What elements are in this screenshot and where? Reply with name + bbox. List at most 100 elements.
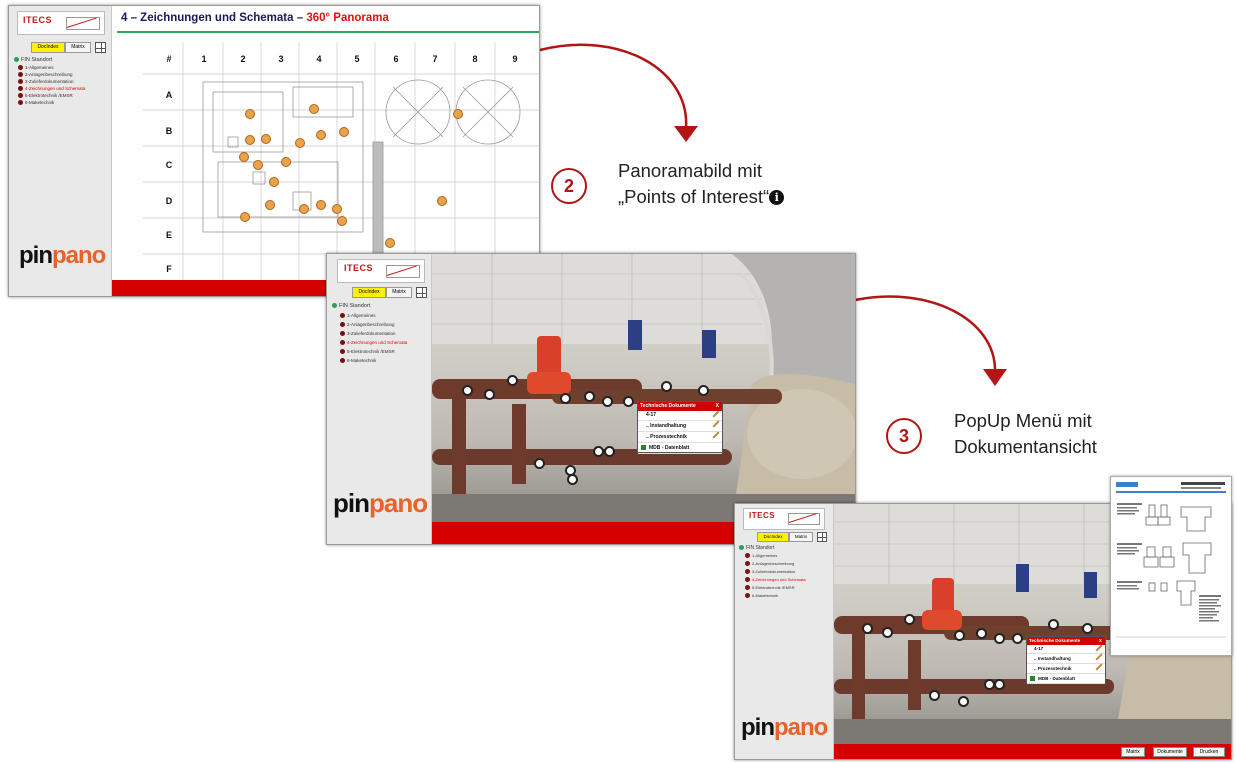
grid-row-header: F	[166, 264, 172, 274]
tab-docindex[interactable]: DocIndex	[31, 42, 65, 53]
grid-view-icon[interactable]	[416, 287, 427, 298]
poi-marker[interactable]	[958, 696, 969, 707]
matrix-button[interactable]: Matrix	[1121, 747, 1145, 757]
documents-button[interactable]: Dokumente	[1153, 747, 1187, 757]
tab-docindex[interactable]: DocIndex	[352, 287, 386, 298]
poi-marker[interactable]	[309, 104, 319, 114]
tree-item-5[interactable]: 5-Elektrotechnik /EMSR	[739, 584, 806, 592]
grid-col-header: 5	[354, 54, 360, 64]
tree-item-3[interactable]: 3-Zulieferdokumentation	[332, 329, 407, 338]
popup-item-datenblatt[interactable]: MDB - Datenblatt	[638, 443, 722, 454]
poi-marker[interactable]	[1082, 623, 1093, 634]
poi-marker[interactable]	[567, 474, 578, 485]
popup-item-instandhaltung[interactable]: .. Instandhaltung	[638, 420, 722, 432]
datasheet-document[interactable]	[1110, 476, 1232, 656]
poi-marker[interactable]	[316, 200, 326, 210]
poi-marker[interactable]	[661, 381, 672, 392]
tree-item-label: 6-Maketechnik	[347, 358, 377, 363]
poi-marker[interactable]	[904, 614, 915, 625]
poi-marker[interactable]	[295, 138, 305, 148]
popup-item-datenblatt[interactable]: MDB - Datenblatt	[1027, 674, 1105, 684]
poi-marker[interactable]	[560, 393, 571, 404]
poi-marker[interactable]	[316, 130, 326, 140]
poi-marker[interactable]	[385, 238, 395, 248]
poi-marker[interactable]	[453, 109, 463, 119]
step-2-line-1: Panoramabild mit	[618, 160, 762, 181]
poi-marker[interactable]	[265, 200, 275, 210]
poi-marker[interactable]	[623, 396, 634, 407]
tree-root[interactable]: FIN Standort	[739, 544, 806, 552]
tree-root[interactable]: FIN Standort	[14, 56, 85, 64]
tab-matrix[interactable]: Matrix	[386, 287, 412, 298]
poi-marker[interactable]	[240, 212, 250, 222]
poi-marker[interactable]	[299, 204, 309, 214]
popup-item-id[interactable]: 4-17	[638, 410, 722, 421]
grid-view-icon[interactable]	[95, 42, 106, 53]
tree-item-6[interactable]: 6-Maketechnik	[332, 356, 407, 365]
tree-item-1[interactable]: 1-Allgemeines	[332, 311, 407, 320]
tree-item-label: 3-Zulieferdokumentation	[752, 569, 796, 574]
tree-item-4[interactable]: 4-Zeichnungen und Schemata	[739, 576, 806, 584]
poi-marker[interactable]	[1012, 633, 1023, 644]
poi-marker[interactable]	[332, 204, 342, 214]
tab-matrix[interactable]: Matrix	[789, 532, 813, 542]
poi-marker[interactable]	[994, 633, 1005, 644]
poi-marker[interactable]	[281, 157, 291, 167]
poi-marker[interactable]	[604, 446, 615, 457]
itecs-logo: ITECS	[17, 11, 105, 35]
poi-marker[interactable]	[994, 679, 1005, 690]
tab-docindex[interactable]: DocIndex	[757, 532, 789, 542]
poi-marker[interactable]	[337, 216, 347, 226]
popup-item-instandhaltung[interactable]: .. Instandhaltung	[1027, 653, 1105, 664]
tree-root[interactable]: FIN Standort	[332, 301, 407, 311]
popup-title: Technische Dokumente	[640, 403, 696, 409]
poi-marker[interactable]	[437, 196, 447, 206]
poi-marker[interactable]	[245, 109, 255, 119]
poi-marker[interactable]	[593, 446, 604, 457]
tree-item-4[interactable]: 4-Zeichnungen und Schemata	[14, 85, 85, 92]
tree-item-6[interactable]: 6-Maketechnik	[14, 99, 85, 106]
poi-marker[interactable]	[602, 396, 613, 407]
document-icon	[641, 445, 646, 451]
poi-marker[interactable]	[882, 627, 893, 638]
popup-item-prozesstechnik[interactable]: .. Prozesstechnik	[1027, 663, 1105, 674]
tree-item-2[interactable]: 2-Anlagenbeschreibung	[332, 320, 407, 329]
tree-item-3[interactable]: 3-Zulieferdokumentation	[14, 78, 85, 85]
tree-item-label: 2-Anlagenbeschreibung	[752, 561, 795, 566]
poi-marker[interactable]	[245, 135, 255, 145]
poi-marker[interactable]	[339, 127, 349, 137]
folder-icon	[745, 569, 750, 575]
tree-item-5[interactable]: 5-Elektrotechnik /EMSR	[332, 347, 407, 356]
panorama-view[interactable]: Technische Dokumente X 4-17 .. Instandha…	[432, 254, 855, 522]
tree-item-2[interactable]: 2-Anlagenbeschreibung	[739, 560, 806, 568]
tab-matrix[interactable]: Matrix	[65, 42, 91, 53]
poi-marker[interactable]	[239, 152, 249, 162]
popup-item-id[interactable]: 4-17	[1027, 644, 1105, 654]
poi-marker[interactable]	[484, 389, 495, 400]
print-button[interactable]: Drucken	[1193, 747, 1225, 757]
tree-item-4[interactable]: 4-Zeichnungen und Schemata	[332, 338, 407, 347]
poi-marker[interactable]	[462, 385, 473, 396]
poi-marker[interactable]	[253, 160, 263, 170]
tree-item-5[interactable]: 5-Elektrotechnik /EMSR	[14, 92, 85, 99]
grid-view-icon[interactable]	[817, 532, 827, 542]
tree-item-6[interactable]: 6-Maketechnik	[739, 592, 806, 600]
tree-item-1[interactable]: 1-Allgemeines	[739, 552, 806, 560]
poi-marker[interactable]	[534, 458, 545, 469]
poi-marker[interactable]	[261, 134, 271, 144]
poi-marker[interactable]	[954, 630, 965, 641]
tree-item-2[interactable]: 2-Anlagenbeschreibung	[14, 71, 85, 78]
pencil-icon	[712, 420, 720, 428]
poi-marker[interactable]	[698, 385, 709, 396]
poi-marker[interactable]	[976, 628, 987, 639]
popup-item-prozesstechnik[interactable]: .. Prozesstechnik	[638, 431, 722, 443]
poi-marker[interactable]	[862, 623, 873, 634]
poi-marker[interactable]	[507, 375, 518, 386]
poi-marker[interactable]	[1048, 619, 1059, 630]
poi-marker[interactable]	[929, 690, 940, 701]
tree-item-1[interactable]: 1-Allgemeines	[14, 64, 85, 71]
poi-marker[interactable]	[584, 391, 595, 402]
tree-item-3[interactable]: 3-Zulieferdokumentation	[739, 568, 806, 576]
poi-marker[interactable]	[984, 679, 995, 690]
poi-marker[interactable]	[269, 177, 279, 187]
